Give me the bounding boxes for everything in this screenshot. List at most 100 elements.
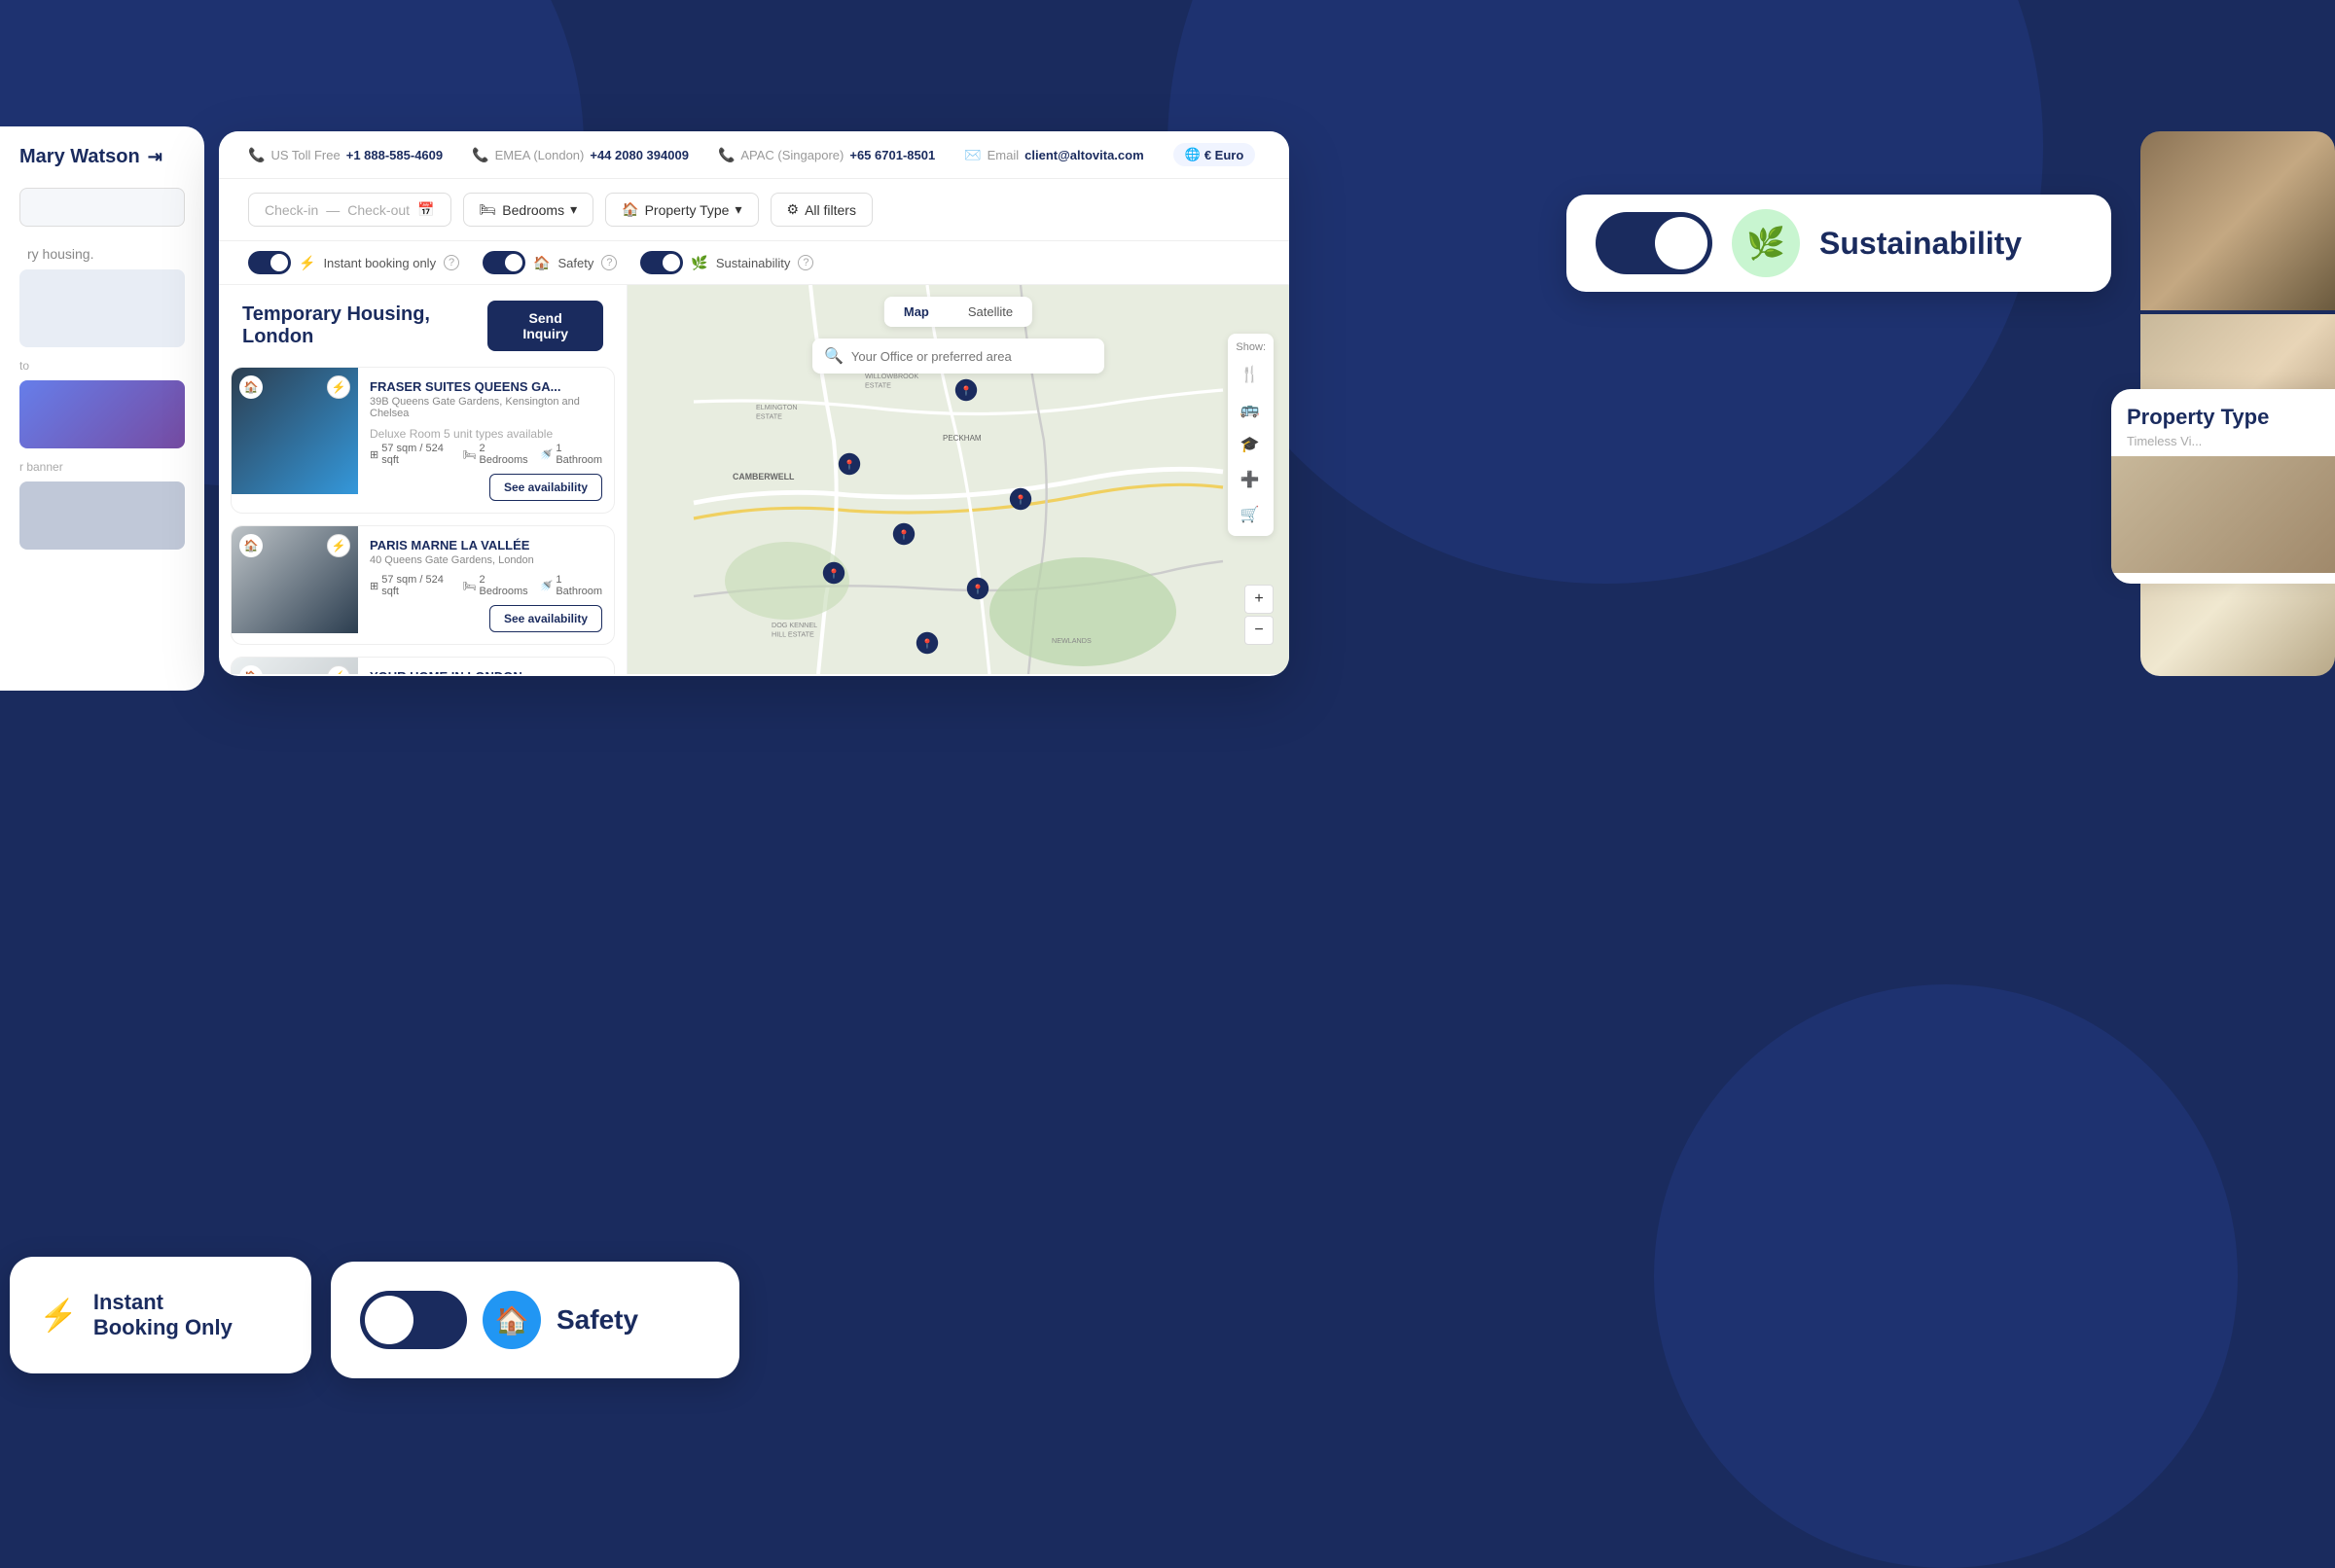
sustainability-toggle-knob — [1655, 217, 1707, 269]
gallery-image-1 — [2140, 131, 2335, 310]
size-meta-2: ⊞ 57 sqm / 524 sqft — [370, 574, 451, 597]
right-property-title: Property Type — [2111, 389, 2335, 434]
room-meta-1: ⊞ 57 sqm / 524 sqft 🛏 2 Bedrooms 🚿 1 Bat… — [370, 443, 602, 466]
sustainability-toggle[interactable] — [1596, 212, 1712, 274]
all-filters-label: All filters — [805, 202, 856, 218]
instant-booking-help[interactable]: ? — [444, 255, 459, 270]
user-name-text: Mary Watson — [19, 146, 140, 168]
left-search-input[interactable] — [19, 188, 185, 227]
see-availability-btn-2[interactable]: See availability — [489, 605, 602, 632]
lightning-icon-small: ⚡ — [299, 255, 315, 271]
property-card[interactable]: 🏠 ⚡ FRASER SUITES QUEENS GA... 39B Queen… — [231, 367, 615, 514]
room-type-1: Deluxe Room 5 unit types available — [370, 427, 602, 441]
left-banner-label: r banner — [19, 460, 185, 474]
sustainability-toggle-small[interactable] — [640, 251, 683, 274]
currency-label: € Euro — [1204, 148, 1243, 162]
left-text: ry housing. — [19, 238, 185, 269]
email-icon: ✉️ — [964, 147, 981, 163]
contact-emea: 📞 EMEA (London) +44 2080 394009 — [472, 147, 689, 163]
svg-text:HILL ESTATE: HILL ESTATE — [772, 630, 814, 639]
safety-knob — [505, 254, 522, 271]
right-property-card: Property Type Timeless Vi... — [2111, 389, 2335, 584]
map-search-input[interactable] — [851, 349, 1093, 364]
safety-card: 🏠 Safety — [331, 1262, 739, 1378]
toggle-row: ⚡ Instant booking only ? 🏠 Safety ? 🌿 Su… — [219, 241, 1289, 285]
contact-apac: 📞 APAC (Singapore) +65 6701-8501 — [718, 147, 935, 163]
left-panel: Mary Watson ⇥ ry housing. to r banner — [0, 126, 204, 691]
safety-help[interactable]: ? — [601, 255, 617, 270]
property-name-1: FRASER SUITES QUEENS GA... — [370, 379, 602, 394]
property-type-chevron: ▾ — [735, 201, 741, 218]
bedrooms-filter[interactable]: 🛏 Bedrooms ▾ — [463, 193, 594, 227]
contact-us-toll-free: 📞 US Toll Free +1 888-585-4609 — [248, 147, 443, 163]
safety-toggle[interactable] — [483, 251, 525, 274]
left-banner-image — [19, 481, 185, 550]
checkin-label: Check-in — [265, 202, 318, 218]
globe-icon: 🌐 — [1185, 147, 1201, 162]
bedrooms-meta-1: 🛏 2 Bedrooms — [463, 443, 528, 466]
us-phone: +1 888-585-4609 — [346, 148, 443, 162]
size-icon-2: ⊞ — [370, 580, 378, 592]
all-filters-btn[interactable]: ⚙ All filters — [771, 193, 873, 227]
show-transit-icon[interactable]: 🚌 — [1236, 396, 1263, 423]
map-search-icon: 🔍 — [824, 346, 844, 366]
property-type-icon: 🏠 — [622, 201, 638, 218]
bedrooms-meta-2: 🛏 2 Bedrooms — [463, 574, 528, 597]
property-type-filter[interactable]: 🏠 Property Type ▾ — [605, 193, 758, 227]
bath-icon-2: 🚿 — [540, 580, 554, 592]
map-tab-map[interactable]: Map — [884, 297, 949, 327]
contact-email: ✉️ Email client@altovita.com — [964, 147, 1143, 163]
property-image-2: 🏠 ⚡ — [232, 526, 358, 644]
room-meta-2: ⊞ 57 sqm / 524 sqft 🛏 2 Bedrooms 🚿 1 Bat… — [370, 574, 602, 597]
show-shopping-icon[interactable]: 🛒 — [1236, 501, 1263, 528]
sustainability-knob — [663, 254, 680, 271]
map-zoom-controls: + − — [1244, 585, 1274, 645]
instant-booking-card-text: InstantBooking Only — [93, 1290, 233, 1341]
svg-text:CAMBERWELL: CAMBERWELL — [733, 472, 795, 481]
show-label: Show: — [1236, 341, 1266, 353]
svg-text:📍: 📍 — [960, 385, 972, 397]
logout-icon[interactable]: ⇥ — [148, 147, 162, 167]
sustainability-toggle-item: 🌿 Sustainability ? — [640, 251, 813, 274]
property-address-1: 39B Queens Gate Gardens, Kensington and … — [370, 396, 602, 419]
show-medical-icon[interactable]: ➕ — [1236, 466, 1263, 493]
property-image-3: 🏠 ⚡ — [232, 658, 358, 674]
emea-phone: +44 2080 394009 — [590, 148, 689, 162]
svg-text:📍: 📍 — [1015, 494, 1026, 506]
sustainability-help[interactable]: ? — [798, 255, 813, 270]
svg-text:📍: 📍 — [921, 638, 933, 650]
bed-icon-2: 🛏 — [463, 580, 477, 592]
send-inquiry-button[interactable]: Send Inquiry — [487, 301, 603, 351]
checkout-label: Check-out — [347, 202, 410, 218]
show-schools-icon[interactable]: 🎓 — [1236, 431, 1263, 458]
calendar-icon: 📅 — [417, 201, 434, 218]
safety-icon-small: 🏠 — [533, 255, 550, 271]
svg-text:ESTATE: ESTATE — [756, 412, 782, 421]
bathrooms-meta-2: 🚿 1 Bathroom — [540, 574, 602, 597]
size-meta-1: ⊞ 57 sqm / 524 sqft — [370, 443, 451, 466]
apac-phone: +65 6701-8501 — [849, 148, 935, 162]
instant-booking-toggle[interactable] — [248, 251, 291, 274]
property-type-label: Property Type — [645, 202, 730, 218]
zoom-out-btn[interactable]: − — [1244, 616, 1274, 645]
map-tab-satellite[interactable]: Satellite — [949, 297, 1032, 327]
property-card-2[interactable]: 🏠 ⚡ PARIS MARNE LA VALLÉE 40 Queens Gate… — [231, 525, 615, 645]
property-lightning-1: ⚡ — [327, 375, 350, 399]
left-banner — [19, 269, 185, 347]
user-name-display: Mary Watson ⇥ — [19, 146, 185, 168]
bedrooms-icon: 🛏 — [480, 201, 497, 218]
safety-big-toggle[interactable] — [360, 1291, 467, 1349]
safety-toggle-item: 🏠 Safety ? — [483, 251, 617, 274]
zoom-in-btn[interactable]: + — [1244, 585, 1274, 614]
property-name-2: PARIS MARNE LA VALLÉE — [370, 538, 602, 552]
size-icon-1: ⊞ — [370, 448, 378, 461]
show-restaurants-icon[interactable]: 🍴 — [1236, 361, 1263, 388]
property-card-3[interactable]: 🏠 ⚡ YOUR HOME IN LONDON 39B Queens Gate … — [231, 657, 615, 674]
bed-icon-1: 🛏 — [463, 448, 477, 461]
right-property-image — [2111, 456, 2335, 573]
see-availability-btn-1[interactable]: See availability — [489, 474, 602, 501]
checkin-filter[interactable]: Check-in — Check-out 📅 — [248, 193, 451, 227]
svg-text:📍: 📍 — [972, 584, 984, 595]
currency-selector[interactable]: 🌐 € Euro — [1173, 143, 1256, 166]
svg-text:ESTATE: ESTATE — [865, 381, 891, 390]
